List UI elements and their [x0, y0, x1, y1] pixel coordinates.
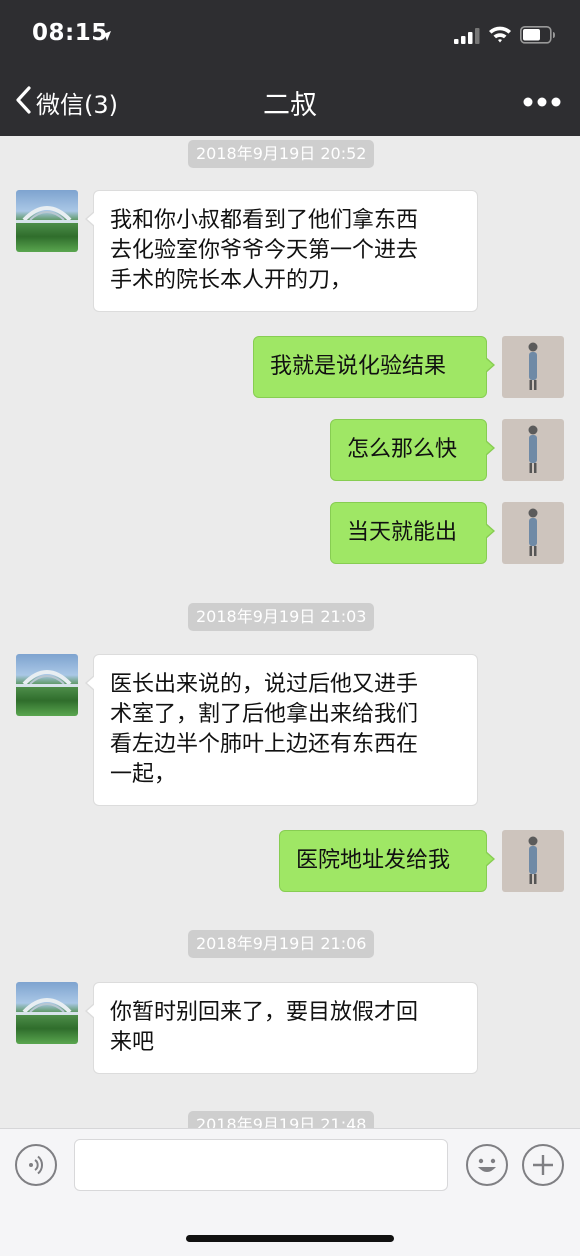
more-functions-button[interactable] — [522, 1144, 564, 1186]
signal-icon — [454, 28, 480, 48]
status-time: 08:15 — [32, 20, 108, 46]
sent-message-bubble[interactable]: 我就是说化验结果 — [253, 336, 495, 398]
message-text: 医院地址发给我 — [296, 848, 451, 873]
received-message-bubble[interactable]: 医长出来说的，说过后他又进手 术室了，割了后他拿出来给我们 看左边半个肺叶上边还… — [85, 654, 478, 806]
message-text: 去化验室你爷爷今天第一个进去 — [110, 238, 419, 263]
contact-avatar[interactable] — [16, 654, 78, 716]
more-icon — [520, 97, 564, 118]
sent-message-bubble[interactable]: 医院地址发给我 — [279, 830, 495, 892]
more-button[interactable] — [520, 90, 564, 114]
voice-button[interactable] — [15, 1144, 57, 1186]
contact-avatar[interactable] — [16, 982, 78, 1044]
wifi-icon — [488, 25, 512, 47]
sent-message-bubble[interactable]: 怎么那么快 — [330, 419, 495, 481]
message-timestamp: 2018年9月19日 21:03 — [188, 603, 375, 631]
home-indicator[interactable] — [186, 1235, 394, 1242]
message-text: 一起， — [110, 762, 177, 787]
message-timestamp: 2018年9月19日 21:48 — [188, 1111, 375, 1128]
user-avatar[interactable] — [502, 419, 564, 481]
message-text: 你暂时别回来了，要目放假才回 — [110, 1000, 419, 1025]
message-text: 医长出来说的，说过后他又进手 — [110, 672, 419, 697]
message-text: 手术的院长本人开的刀， — [110, 268, 353, 293]
user-avatar[interactable] — [502, 502, 564, 564]
emoji-button[interactable] — [466, 1144, 508, 1186]
user-avatar[interactable] — [502, 336, 564, 398]
message-text: 我和你小叔都看到了他们拿东西 — [110, 208, 419, 233]
battery-icon — [520, 26, 556, 48]
received-message-bubble[interactable]: 我和你小叔都看到了他们拿东西 去化验室你爷爷今天第一个进去 手术的院长本人开的刀… — [85, 190, 478, 312]
chat-title: 二叔 — [263, 90, 317, 121]
top-bar: 08:15 微信(3) 二叔 — [0, 0, 580, 136]
message-text: 我就是说化验结果 — [270, 354, 447, 379]
message-timestamp: 2018年9月19日 21:06 — [188, 930, 375, 958]
user-avatar[interactable] — [502, 830, 564, 892]
message-text: 怎么那么快 — [347, 437, 458, 462]
message-text: 看左边半个肺叶上边还有东西在 — [110, 732, 419, 757]
message-timestamp: 2018年9月19日 20:52 — [188, 140, 375, 168]
location-arrow-icon — [100, 27, 112, 46]
message-input[interactable] — [74, 1139, 448, 1191]
contact-avatar[interactable] — [16, 190, 78, 252]
message-text: 术室了，割了后他拿出来给我们 — [110, 702, 419, 727]
received-message-bubble[interactable]: 你暂时别回来了，要目放假才回 来吧 — [85, 982, 478, 1074]
sent-message-bubble[interactable]: 当天就能出 — [330, 502, 495, 564]
message-text: 当天就能出 — [347, 520, 458, 545]
chat-area[interactable]: 2018年9月19日 20:52 我和你小叔都看到了他们拿东西 去化验室你爷爷今… — [0, 136, 580, 1128]
message-text: 来吧 — [110, 1030, 155, 1055]
